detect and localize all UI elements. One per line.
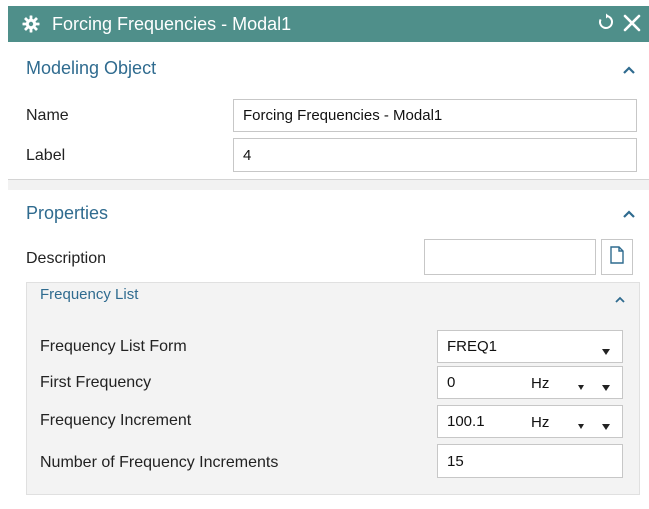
document-icon bbox=[610, 245, 624, 269]
chevron-down-icon[interactable] bbox=[576, 379, 586, 390]
frequency-list-form-value: FREQ1 bbox=[447, 338, 498, 355]
first-frequency-value: 0 bbox=[447, 374, 456, 391]
first-frequency-field[interactable]: 0 bbox=[437, 366, 623, 399]
description-field[interactable] bbox=[424, 239, 596, 275]
chevron-up-icon[interactable] bbox=[622, 207, 636, 221]
frequency-increment-value: 100.1 bbox=[447, 413, 485, 430]
label-field-value: 4 bbox=[243, 146, 252, 164]
number-of-increments-value: 15 bbox=[447, 452, 464, 470]
frequency-list-form-label: Frequency List Form bbox=[40, 338, 187, 355]
number-of-increments-label: Number of Frequency Increments bbox=[40, 454, 279, 471]
frequency-list-form-select[interactable]: FREQ1 bbox=[437, 330, 623, 363]
reset-icon[interactable] bbox=[595, 11, 617, 37]
name-field-value: Forcing Frequencies - Modal1 bbox=[243, 107, 443, 124]
first-frequency-unit[interactable]: Hz bbox=[531, 375, 549, 392]
description-label: Description bbox=[26, 250, 107, 267]
chevron-up-icon[interactable] bbox=[622, 63, 636, 77]
label-field[interactable]: 4 bbox=[233, 138, 637, 172]
frequency-increment-field[interactable]: 100.1 bbox=[437, 405, 623, 438]
gear-icon[interactable] bbox=[16, 6, 46, 42]
dialog-titlebar: Forcing Frequencies - Modal1 bbox=[8, 6, 649, 42]
frequency-increment-label: Frequency Increment bbox=[40, 412, 192, 429]
chevron-down-icon[interactable] bbox=[576, 418, 586, 429]
chevron-down-icon[interactable] bbox=[601, 418, 611, 430]
first-frequency-label: First Frequency bbox=[40, 374, 152, 391]
label-label: Label bbox=[26, 147, 66, 164]
chevron-down-icon[interactable] bbox=[601, 379, 611, 391]
name-label: Name bbox=[26, 107, 69, 124]
frequency-list-header[interactable]: Frequency List bbox=[40, 286, 138, 303]
properties-header[interactable]: Properties bbox=[26, 198, 108, 228]
chevron-up-icon[interactable] bbox=[613, 292, 627, 306]
name-field[interactable]: Forcing Frequencies - Modal1 bbox=[233, 99, 637, 132]
modeling-object-header[interactable]: Modeling Object bbox=[26, 53, 156, 83]
frequency-increment-unit[interactable]: Hz bbox=[531, 414, 549, 431]
number-of-increments-field[interactable]: 15 bbox=[437, 444, 623, 478]
close-icon[interactable] bbox=[619, 11, 645, 37]
description-editor-button[interactable] bbox=[601, 239, 633, 275]
dialog-title: Forcing Frequencies - Modal1 bbox=[52, 13, 292, 34]
chevron-down-icon[interactable] bbox=[601, 343, 611, 355]
